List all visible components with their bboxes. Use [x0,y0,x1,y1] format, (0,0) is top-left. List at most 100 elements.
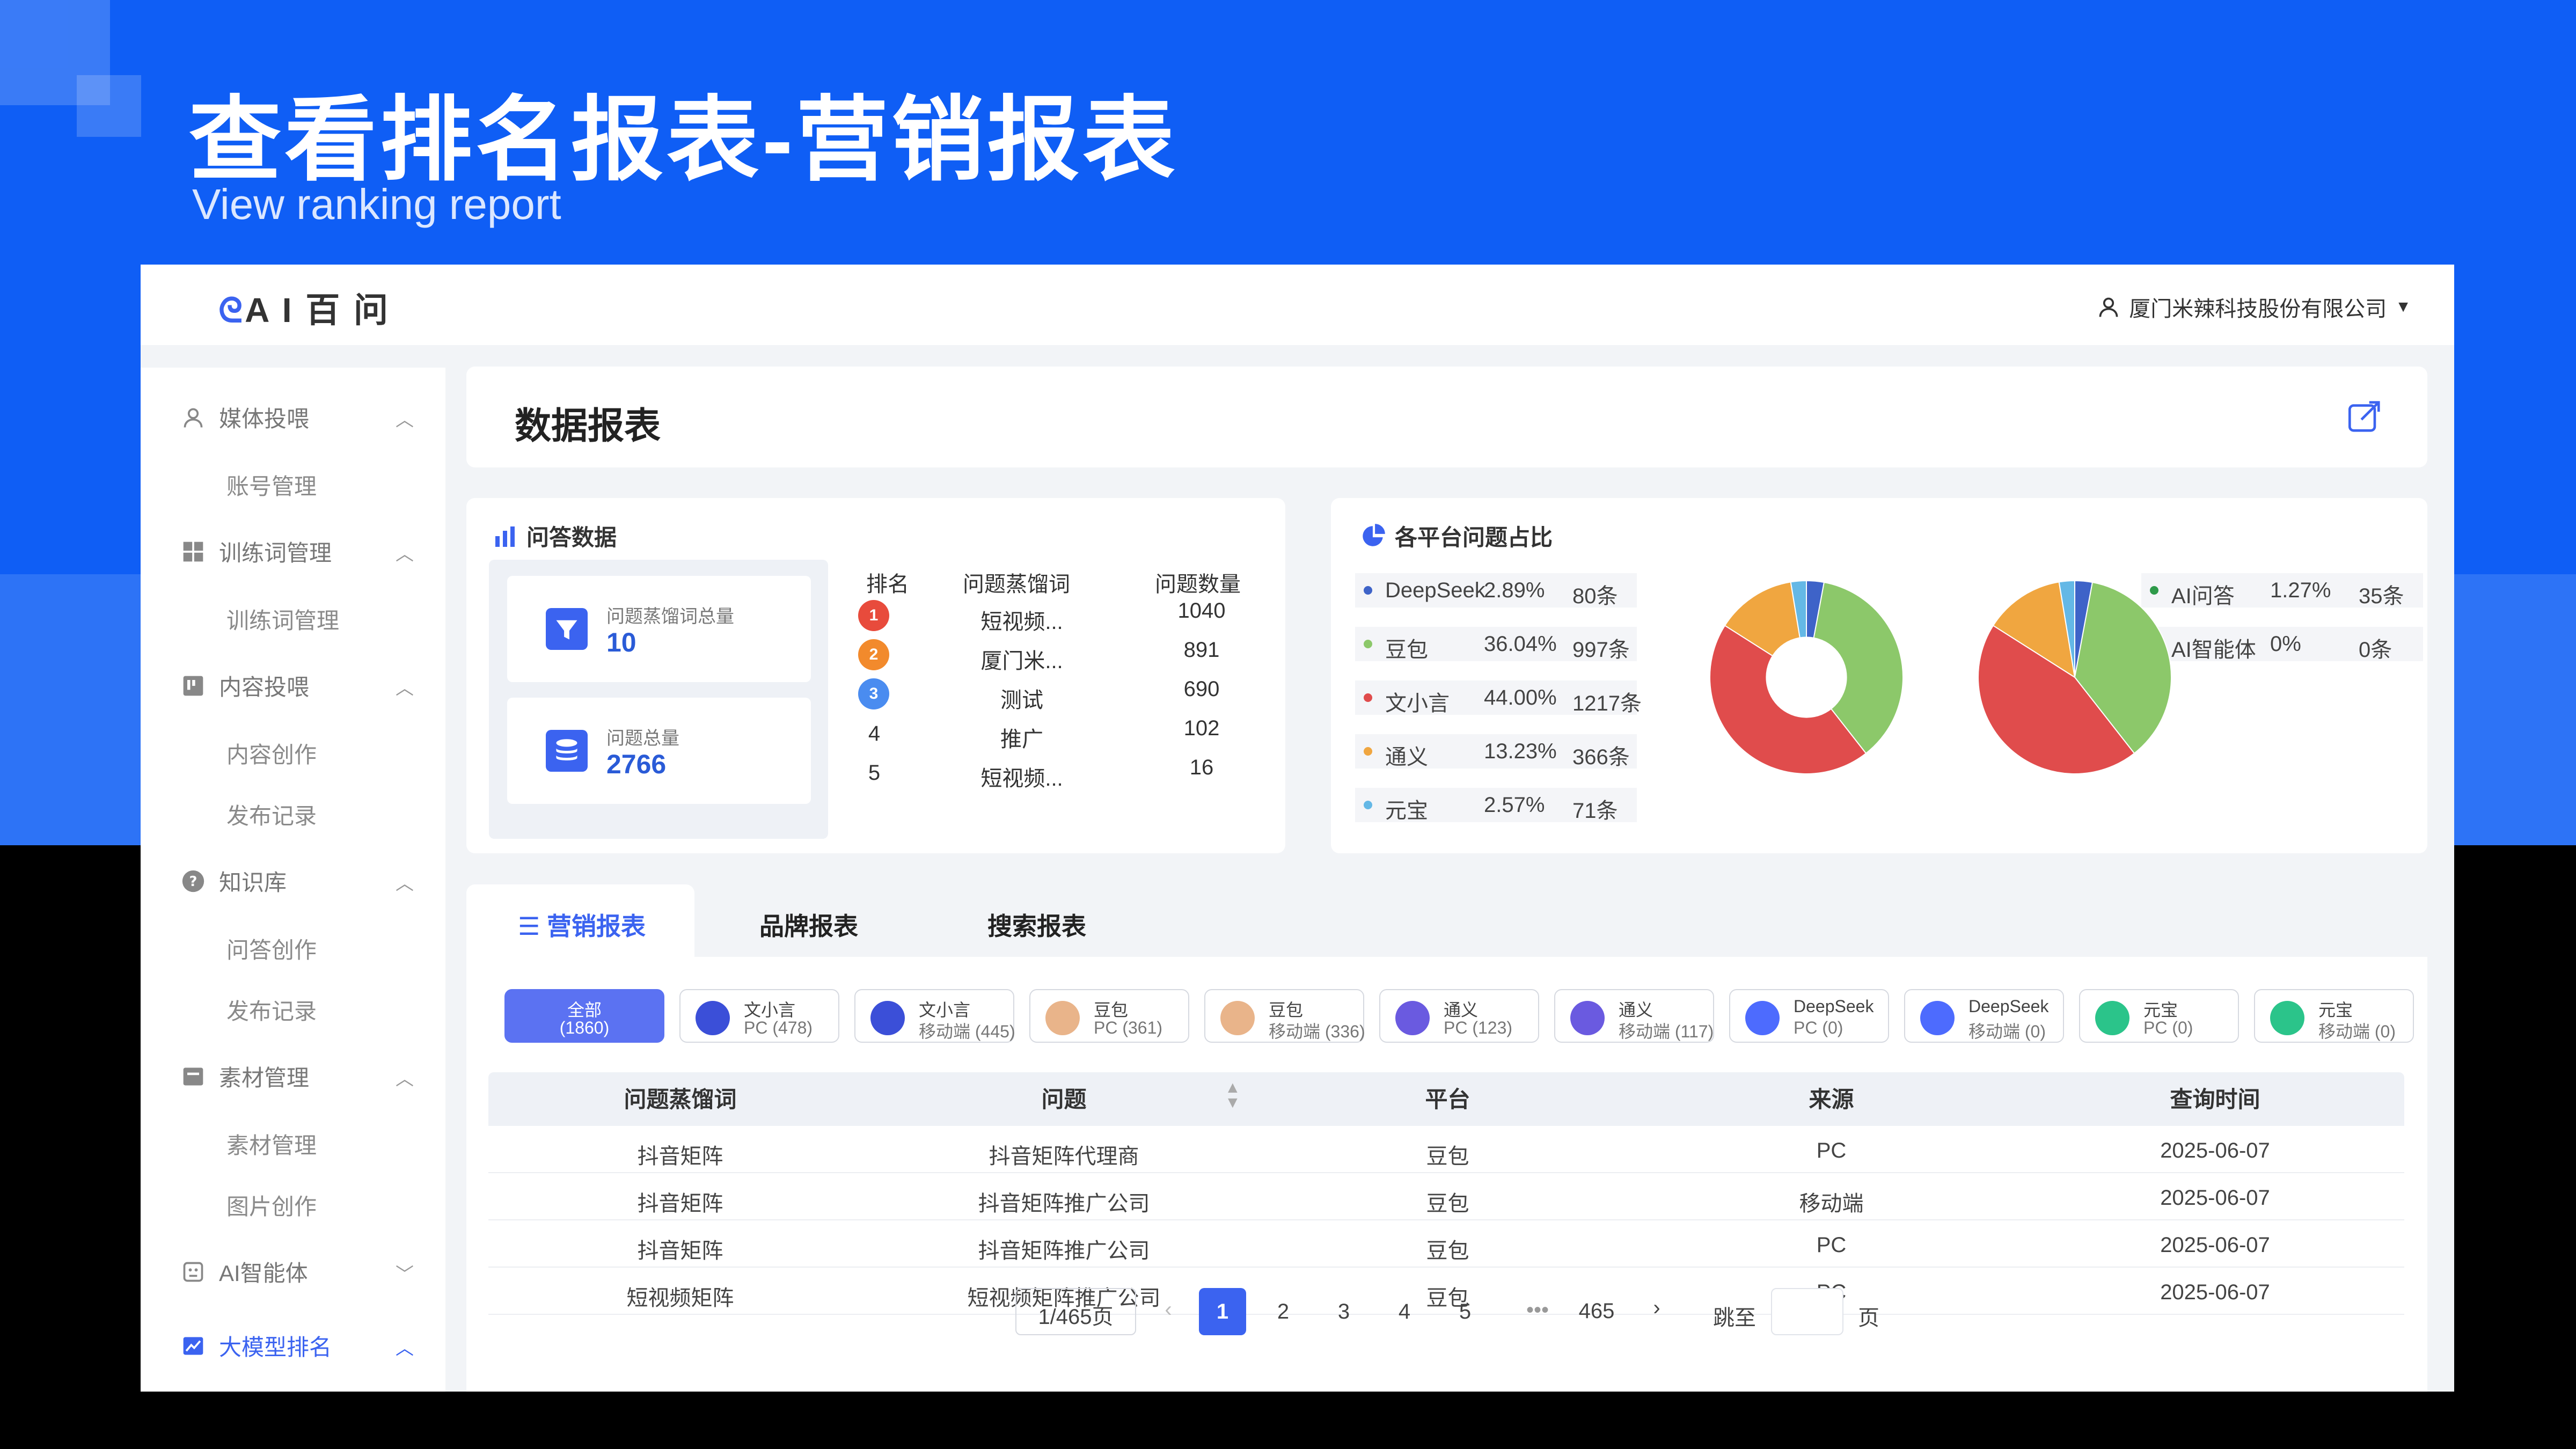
sidebar-item-materials[interactable]: 素材管理 [226,1128,317,1160]
yuanbao-icon [2270,1001,2304,1035]
tab-brand[interactable]: 品牌报表 [759,907,858,942]
column-header-platform: 平台 [1425,1087,1470,1112]
legend-item: AI智能体 0% 0条 [2141,627,2423,662]
filter-chip[interactable]: 元宝 PC (0) [2079,989,2239,1043]
qa-data-card: 问答数据 问题蒸馏词总量 10 问题总量 2766 排名 问题蒸馏词 问题数量 … [466,498,1285,853]
page-number[interactable]: 2 [1260,1288,1307,1335]
rank-count: 1040 [1177,599,1226,623]
chevron-up-icon[interactable]: ︿ [396,869,414,895]
sidebar-item-account[interactable]: 账号管理 [226,469,317,501]
filter-chip[interactable]: DeepSeek PC (0) [1729,989,1889,1043]
sidebar-item-training[interactable]: 训练词管理 [226,603,339,635]
rank-keyword[interactable]: 短视频... [957,604,1086,635]
chevron-up-icon[interactable]: ︿ [396,539,414,566]
table-cell: 移动端 [1799,1192,1864,1216]
prev-page-icon[interactable]: ‹ [1155,1298,1182,1322]
rank-header-rank: 排名 [866,573,909,596]
sidebar-group-label: AI智能体 [219,1261,308,1286]
page-header: 数据报表 [466,367,2427,467]
sidebar-group-knowledge[interactable]: ? 知识库 [180,865,287,897]
sidebar-group-model-ranking[interactable]: 大模型排名 [180,1329,332,1362]
sidebar: 媒体投喂 ︿ 账号管理 训练词管理 ︿ 训练词管理 内容投喂 ︿ 内容创作 发布… [141,368,445,1392]
table-cell: 抖音矩阵 [637,1145,723,1168]
page-number[interactable]: 3 [1320,1288,1367,1335]
filter-chip[interactable]: 豆包 PC (361) [1029,989,1189,1043]
chevron-up-icon[interactable]: ︿ [396,674,414,700]
table-cell: 2025-06-07 [2160,1186,2270,1210]
sidebar-group-label: 训练词管理 [219,540,332,566]
table-cell: PC [1816,1233,1847,1257]
grid-icon [180,539,206,565]
page-number[interactable]: 5 [1441,1288,1489,1335]
legend-name: 通义 [1385,745,1428,769]
page-ellipsis[interactable]: ••• [1519,1298,1556,1322]
export-icon[interactable] [2346,398,2383,435]
column-header-question[interactable]: 问题 [872,1081,1256,1114]
sidebar-group-content[interactable]: 内容投喂 [180,669,309,702]
legend-item: 元宝 2.57% 71条 [1355,788,1637,823]
page-number[interactable]: 1 [1199,1288,1246,1335]
pie-chart [1978,580,2172,774]
folder-icon [180,1064,206,1089]
filter-chip[interactable]: 通义 PC (123) [1379,989,1539,1043]
jump-page-input[interactable] [1771,1288,1843,1335]
page-number[interactable]: 4 [1381,1288,1428,1335]
sidebar-group-media[interactable]: 媒体投喂 [180,401,309,434]
user-icon [2099,297,2118,317]
stat-value: 10 [606,627,636,657]
sidebar-item-qa-records[interactable]: 发布记录 [226,993,317,1026]
sidebar-item-qa-create[interactable]: 问答创作 [226,932,317,965]
filter-chip[interactable]: DeepSeek 移动端 (0) [1904,989,2064,1043]
chevron-down-icon[interactable]: ﹀ [396,1260,414,1286]
filter-chip-count: PC (123) [1444,1018,1513,1037]
sidebar-group-materials[interactable]: 素材管理 [180,1060,309,1093]
rank-keyword[interactable]: 厦门米... [957,643,1086,675]
sidebar-item-content-records[interactable]: 发布记录 [226,798,317,831]
legend-dot [1364,640,1372,648]
legend-percent: 2.89% [1484,579,1545,602]
sidebar-group-agent[interactable]: AI智能体 [180,1255,308,1288]
bar-chart-icon [495,526,515,547]
rank-keyword[interactable]: 测试 [957,683,1086,714]
filter-chip[interactable]: 元宝 移动端 (0) [2254,989,2414,1043]
sidebar-item-image-create[interactable]: 图片创作 [226,1189,317,1221]
column-header-time: 查询时间 [2170,1087,2260,1112]
donut-chart [1709,580,1904,774]
filter-chip[interactable]: 文小言 移动端 (445) [854,989,1015,1043]
page-unit: 页 [1858,1306,1879,1330]
rank-keyword[interactable]: 推广 [957,722,1086,753]
page-last[interactable]: 465 [1572,1299,1621,1323]
robot-icon [180,1259,206,1285]
filter-chip[interactable]: 文小言 PC (478) [679,989,839,1043]
filter-chip[interactable]: 豆包 移动端 (336) [1204,989,1365,1043]
app-logo[interactable]: ᘓA I 百 问 [218,283,390,332]
filter-chip[interactable]: 通义 移动端 (117) [1554,989,1714,1043]
sidebar-group-training[interactable]: 训练词管理 [180,535,332,568]
table-cell: 2025-06-07 [2160,1233,2270,1257]
legend-item: 文小言 44.00% 1217条 [1355,680,1642,715]
table-cell: 2025-06-07 [2160,1280,2270,1304]
rank-header-word: 问题蒸馏词 [963,573,1070,596]
rank-medal-icon: 1 [858,600,889,631]
sidebar-item-content-create[interactable]: 内容创作 [226,737,317,770]
company-menu[interactable]: 厦门米辣科技股份有限公司 ▼ [2097,291,2411,323]
chevron-up-icon[interactable]: ︿ [396,405,414,431]
tab-marketing[interactable]: ☰ 营销报表 [466,884,694,960]
filter-chip-count: 移动端 (336) [1269,1022,1365,1041]
chevron-up-icon[interactable]: ︿ [396,1064,414,1091]
sidebar-group-label: 内容投喂 [219,675,310,700]
legend-count: 366条 [1572,745,1630,769]
table-cell: 抖音矩阵代理商 [989,1145,1139,1168]
filter-chip[interactable]: 全部 (1860) [504,989,664,1043]
legend-percent: 1.27% [2270,579,2331,602]
chevron-up-icon[interactable]: ︿ [396,1334,414,1360]
logo-text: A I 百 问 [245,291,391,330]
sort-icon[interactable]: ▲ ▼ [1225,1080,1241,1111]
database-icon [546,730,588,772]
logo-mark: ᘓ [218,291,245,330]
sidebar-group-label: 知识库 [219,870,287,895]
tab-search[interactable]: 搜索报表 [987,907,1086,942]
next-page-icon[interactable]: › [1641,1296,1673,1320]
svg-text:?: ? [189,874,197,890]
rank-keyword[interactable]: 短视频... [957,761,1086,792]
